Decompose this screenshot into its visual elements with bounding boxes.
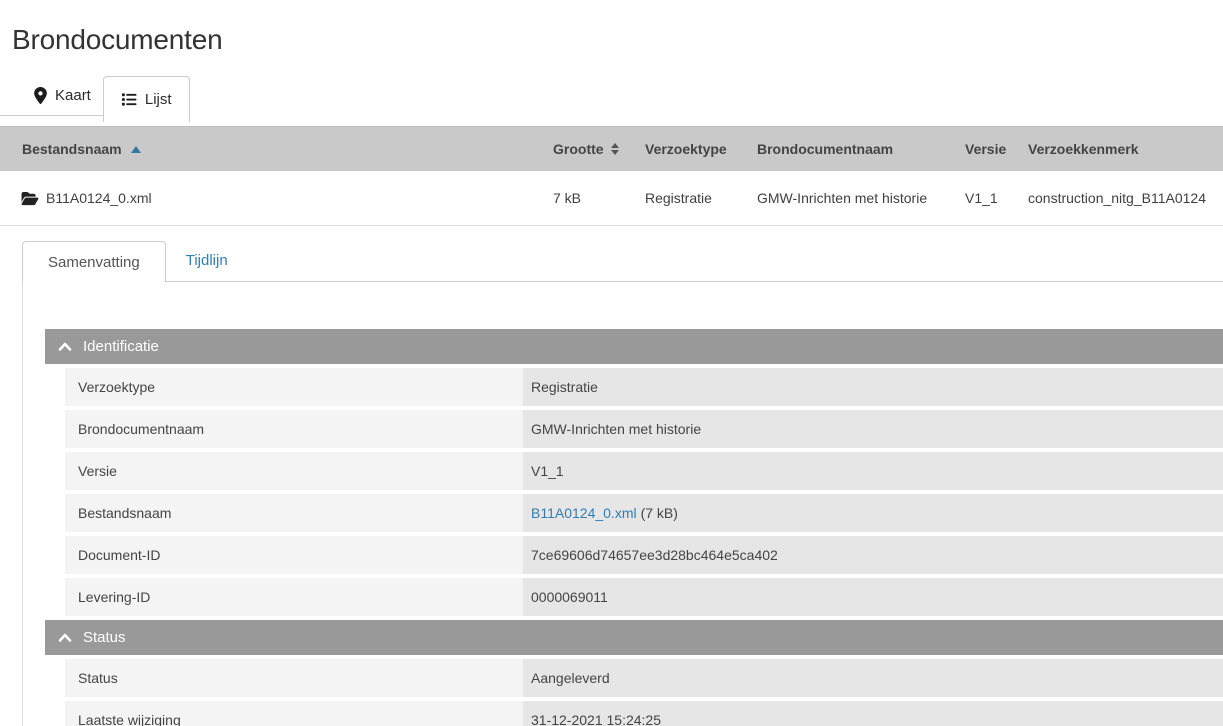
samenvatting-panel: Identificatie Verzoektype Registratie Br… xyxy=(22,282,1223,726)
cell-bestandsnaam: B11A0124_0.xml xyxy=(46,190,152,206)
tab-samenvatting-label: Samenvatting xyxy=(48,254,140,271)
tab-kaart[interactable]: Kaart xyxy=(22,75,103,115)
tab-samenvatting[interactable]: Samenvatting xyxy=(22,241,166,282)
chevron-up-icon xyxy=(58,342,72,351)
tab-tijdlijn-label: Tijdlijn xyxy=(186,252,228,269)
documents-table: Bestandsnaam Grootte Verzoektype Brondoc… xyxy=(0,126,1223,226)
section-header-status[interactable]: Status xyxy=(45,620,1223,655)
view-tab-bar: Kaart Lijst xyxy=(0,70,190,116)
chevron-up-icon xyxy=(58,633,72,642)
column-header-versie: Versie xyxy=(965,141,1028,157)
tab-tijdlijn[interactable]: Tijdlijn xyxy=(166,240,248,281)
map-pin-icon xyxy=(34,87,47,104)
cell-verzoekkenmerk: construction_nitg_B11A0124 xyxy=(1028,190,1223,206)
detail-tab-bar: Samenvatting Tijdlijn xyxy=(22,241,1223,282)
detail-row-levering-id: Levering-ID 0000069011 xyxy=(65,578,1223,616)
file-size-text: (7 kB) xyxy=(641,505,678,521)
table-row[interactable]: B11A0124_0.xml 7 kB Registratie GMW-Inri… xyxy=(0,171,1223,226)
tab-lijst-label: Lijst xyxy=(145,91,172,108)
section-header-identificatie[interactable]: Identificatie xyxy=(45,329,1223,364)
file-download-link[interactable]: B11A0124_0.xml xyxy=(531,505,637,521)
sort-asc-icon xyxy=(131,146,141,153)
detail-row-brondocumentnaam: Brondocumentnaam GMW-Inrichten met histo… xyxy=(65,410,1223,448)
tab-kaart-label: Kaart xyxy=(55,87,91,104)
column-header-grootte[interactable]: Grootte xyxy=(553,141,645,157)
list-icon xyxy=(121,92,137,107)
folder-open-icon xyxy=(21,191,39,206)
detail-row-document-id: Document-ID 7ce69606d74657ee3d28bc464e5c… xyxy=(65,536,1223,574)
cell-grootte: 7 kB xyxy=(553,190,645,206)
detail-row-bestandsnaam: Bestandsnaam B11A0124_0.xml (7 kB) xyxy=(65,494,1223,532)
cell-versie: V1_1 xyxy=(965,190,1028,206)
detail-row-laatste-wijziging: Laatste wijziging 31-12-2021 15:24:25 xyxy=(65,701,1223,726)
detail-row-verzoektype: Verzoektype Registratie xyxy=(65,368,1223,406)
tab-lijst[interactable]: Lijst xyxy=(103,76,190,122)
column-header-bestandsnaam[interactable]: Bestandsnaam xyxy=(0,141,553,157)
column-header-verzoektype: Verzoektype xyxy=(645,141,757,157)
section-title: Status xyxy=(83,629,126,646)
column-header-verzoekkenmerk: Verzoekkenmerk xyxy=(1028,141,1223,157)
documents-table-header: Bestandsnaam Grootte Verzoektype Brondoc… xyxy=(0,126,1223,171)
sort-icon xyxy=(611,143,619,155)
cell-verzoektype: Registratie xyxy=(645,190,757,206)
detail-row-status: Status Aangeleverd xyxy=(65,659,1223,697)
section-title: Identificatie xyxy=(83,338,159,355)
detail-row-versie: Versie V1_1 xyxy=(65,452,1223,490)
brondocumenten-page: Brondocumenten Kaart Lijst Bestandsnaam … xyxy=(0,0,1223,726)
cell-brondocumentnaam: GMW-Inrichten met historie xyxy=(757,190,965,206)
column-header-brondocumentnaam: Brondocumentnaam xyxy=(757,141,965,157)
page-title: Brondocumenten xyxy=(12,24,1223,56)
